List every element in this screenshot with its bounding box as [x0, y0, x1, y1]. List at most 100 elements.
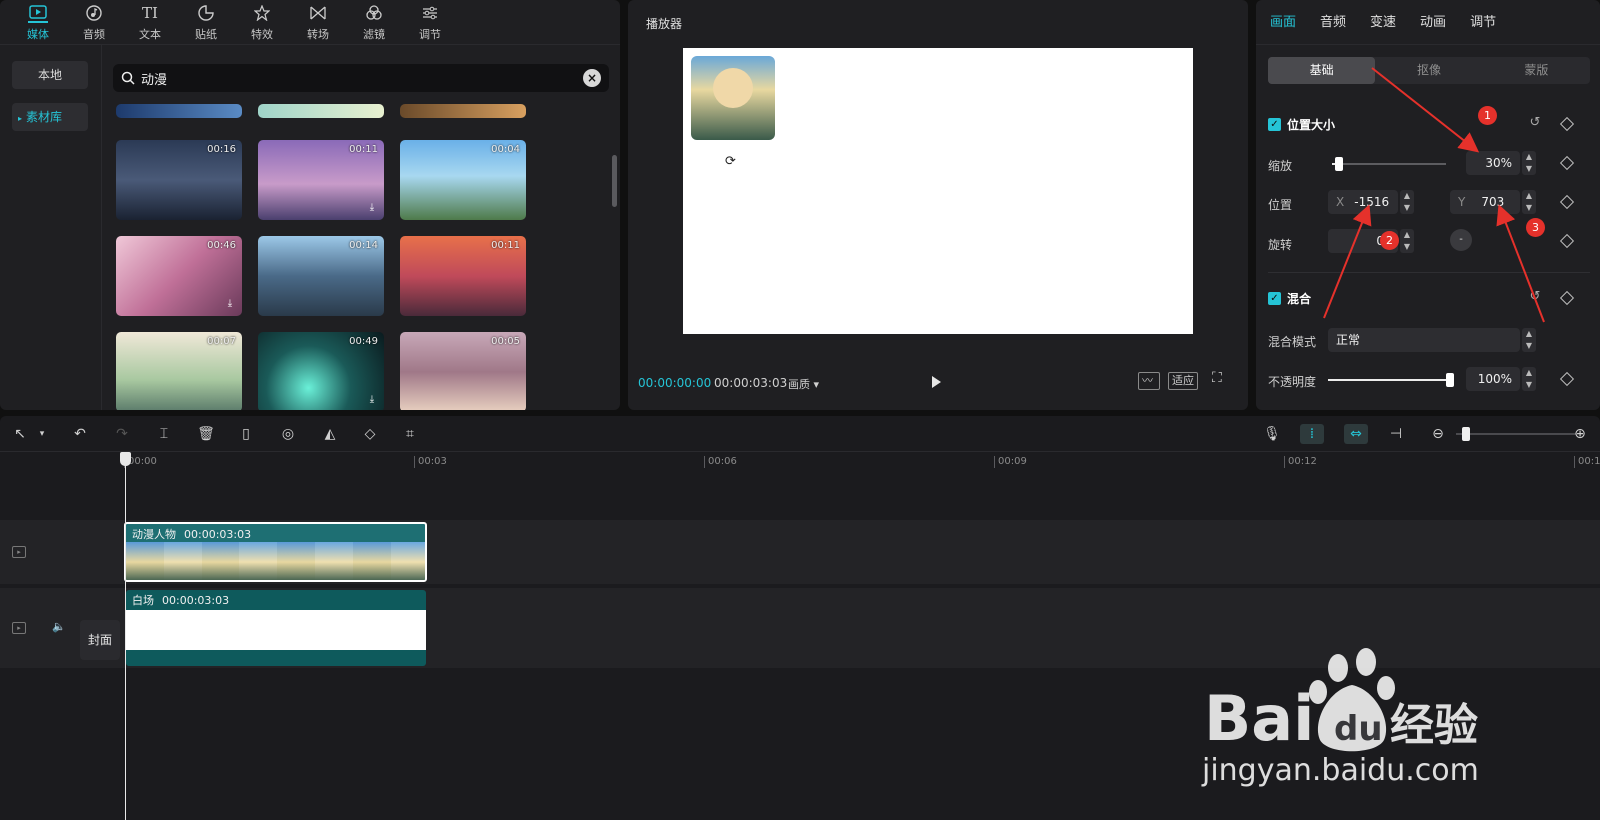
- position-y-input[interactable]: Y 703: [1450, 190, 1520, 214]
- tab-text[interactable]: TI 文本: [122, 0, 178, 45]
- opacity-slider-knob[interactable]: [1446, 373, 1454, 387]
- scale-slider[interactable]: [1332, 157, 1446, 171]
- clip-anime-character[interactable]: 动漫人物 00:00:03:03: [124, 522, 427, 582]
- subtab-basic[interactable]: 基础: [1268, 57, 1376, 84]
- rotate-stepper[interactable]: ▲ ▼: [1400, 229, 1414, 253]
- tab-audio[interactable]: 音频: [66, 0, 122, 45]
- side-library-button[interactable]: 素材库: [12, 103, 88, 131]
- scale-stepper[interactable]: ▲ ▼: [1522, 151, 1536, 175]
- preview-canvas[interactable]: ⟳: [683, 48, 1193, 334]
- keyframe-icon[interactable]: [1559, 194, 1575, 210]
- preview-axis-icon[interactable]: ⊣: [1386, 424, 1406, 444]
- tab-sticker[interactable]: 贴纸: [178, 0, 234, 45]
- section-blend[interactable]: ✓ 混合: [1268, 290, 1311, 307]
- media-thumb[interactable]: 00:16: [116, 140, 242, 220]
- tab-speed[interactable]: 变速: [1370, 0, 1396, 44]
- zoom-slider[interactable]: [1456, 427, 1576, 441]
- keyframe-icon[interactable]: [1559, 116, 1575, 132]
- download-icon[interactable]: ⤓: [365, 201, 379, 215]
- zoom-slider-knob[interactable]: [1462, 427, 1470, 441]
- subtab-mask[interactable]: 蒙版: [1483, 57, 1590, 84]
- scale-input[interactable]: 30%: [1466, 151, 1520, 175]
- zoom-in-icon[interactable]: ⊕: [1570, 424, 1590, 444]
- tab-filter[interactable]: 滤镜: [346, 0, 402, 45]
- media-thumb-partial[interactable]: [258, 104, 384, 118]
- keyframe-icon[interactable]: [1559, 155, 1575, 171]
- media-thumb[interactable]: 00:04: [400, 140, 526, 220]
- reset-icon[interactable]: ↺: [1528, 290, 1542, 304]
- tab-adjust[interactable]: 调节: [1470, 0, 1496, 44]
- media-thumb-partial[interactable]: [400, 104, 526, 118]
- opacity-input[interactable]: 100%: [1466, 367, 1520, 391]
- side-local-button[interactable]: 本地: [12, 61, 88, 89]
- time-ruler[interactable]: 00:00 00:03 00:06 00:09 00:12 00:15: [124, 452, 1600, 474]
- keyframe-icon[interactable]: [1559, 371, 1575, 387]
- tab-adjust[interactable]: 调节: [402, 0, 458, 45]
- opacity-stepper[interactable]: ▲ ▼: [1522, 367, 1536, 391]
- thumb-duration: 00:05: [491, 336, 520, 347]
- reverse-icon[interactable]: ◎: [278, 424, 298, 444]
- video-track-icon[interactable]: ▸: [12, 546, 26, 558]
- tab-effects[interactable]: 特效: [234, 0, 290, 45]
- blend-mode-select[interactable]: 正常: [1328, 328, 1520, 352]
- tab-picture[interactable]: 画面: [1270, 0, 1296, 44]
- snap-icon[interactable]: ⁞: [1300, 424, 1324, 444]
- subtab-keying[interactable]: 抠像: [1375, 57, 1482, 84]
- rotate-dial-icon[interactable]: -: [1450, 229, 1472, 251]
- preview-character-image[interactable]: [691, 56, 775, 140]
- redo-icon[interactable]: ↷: [112, 424, 132, 444]
- media-thumb[interactable]: 00:07: [116, 332, 242, 410]
- undo-icon[interactable]: ↶: [70, 424, 90, 444]
- keyframe-icon[interactable]: [1559, 233, 1575, 249]
- media-thumb[interactable]: 00:11 ⤓: [258, 140, 384, 220]
- play-icon[interactable]: [928, 374, 944, 390]
- crop-icon[interactable]: ⌗: [400, 424, 420, 444]
- opacity-slider[interactable]: [1328, 373, 1454, 387]
- fit-button[interactable]: 适应: [1168, 372, 1198, 390]
- search-input[interactable]: [141, 70, 583, 86]
- waveform-icon[interactable]: 〰: [1138, 372, 1160, 390]
- freeze-icon[interactable]: ▯: [236, 424, 256, 444]
- clear-search-icon[interactable]: ×: [583, 69, 601, 87]
- tab-audio[interactable]: 音频: [1320, 0, 1346, 44]
- reset-icon[interactable]: ↺: [1528, 116, 1542, 130]
- position-x-input[interactable]: X -1516: [1328, 190, 1398, 214]
- media-thumb[interactable]: 00:11: [400, 236, 526, 316]
- main-track-icon[interactable]: ▸: [12, 622, 26, 634]
- section-position-size[interactable]: ✓ 位置大小: [1268, 116, 1335, 133]
- tab-animation[interactable]: 动画: [1420, 0, 1446, 44]
- download-icon[interactable]: ⤓: [223, 297, 237, 311]
- rotate-icon[interactable]: ◇: [360, 424, 380, 444]
- link-icon[interactable]: ⇔: [1344, 424, 1368, 444]
- chevron-down-icon[interactable]: ▾: [32, 424, 52, 444]
- playhead[interactable]: [120, 452, 131, 820]
- position-y-stepper[interactable]: ▲ ▼: [1522, 190, 1536, 214]
- quality-dropdown[interactable]: 画质 ▾: [788, 376, 819, 392]
- media-thumb[interactable]: 00:49 ⤓: [258, 332, 384, 410]
- mirror-icon[interactable]: ◭: [320, 424, 340, 444]
- media-scrollbar[interactable]: [612, 155, 617, 207]
- delete-icon[interactable]: 🗑: [196, 424, 216, 444]
- media-thumb-partial[interactable]: [116, 104, 242, 118]
- microphone-icon[interactable]: 🎙: [1262, 424, 1282, 444]
- checkbox-position-size[interactable]: ✓: [1268, 118, 1281, 131]
- scale-slider-knob[interactable]: [1334, 157, 1343, 171]
- checkbox-blend[interactable]: ✓: [1268, 292, 1281, 305]
- mute-icon[interactable]: 🔈: [52, 620, 66, 633]
- split-icon[interactable]: ⌶: [154, 424, 174, 444]
- media-thumb[interactable]: 00:14: [258, 236, 384, 316]
- cover-button[interactable]: 封面: [80, 620, 120, 660]
- rotate-handle-icon[interactable]: ⟳: [725, 154, 736, 169]
- blend-mode-stepper[interactable]: ▲ ▼: [1522, 328, 1536, 352]
- fullscreen-icon[interactable]: ⛶: [1212, 370, 1222, 386]
- tab-transition[interactable]: 转场: [290, 0, 346, 45]
- zoom-out-icon[interactable]: ⊖: [1428, 424, 1448, 444]
- download-icon[interactable]: ⤓: [365, 393, 379, 407]
- select-tool-icon[interactable]: ↖: [10, 424, 30, 444]
- tab-media[interactable]: 媒体: [10, 0, 66, 45]
- position-x-stepper[interactable]: ▲ ▼: [1400, 190, 1414, 214]
- media-thumb[interactable]: 00:46 ⤓: [116, 236, 242, 316]
- clip-white-background[interactable]: 白场 00:00:03:03: [126, 590, 426, 666]
- keyframe-icon[interactable]: [1559, 290, 1575, 306]
- media-thumb[interactable]: 00:05: [400, 332, 526, 410]
